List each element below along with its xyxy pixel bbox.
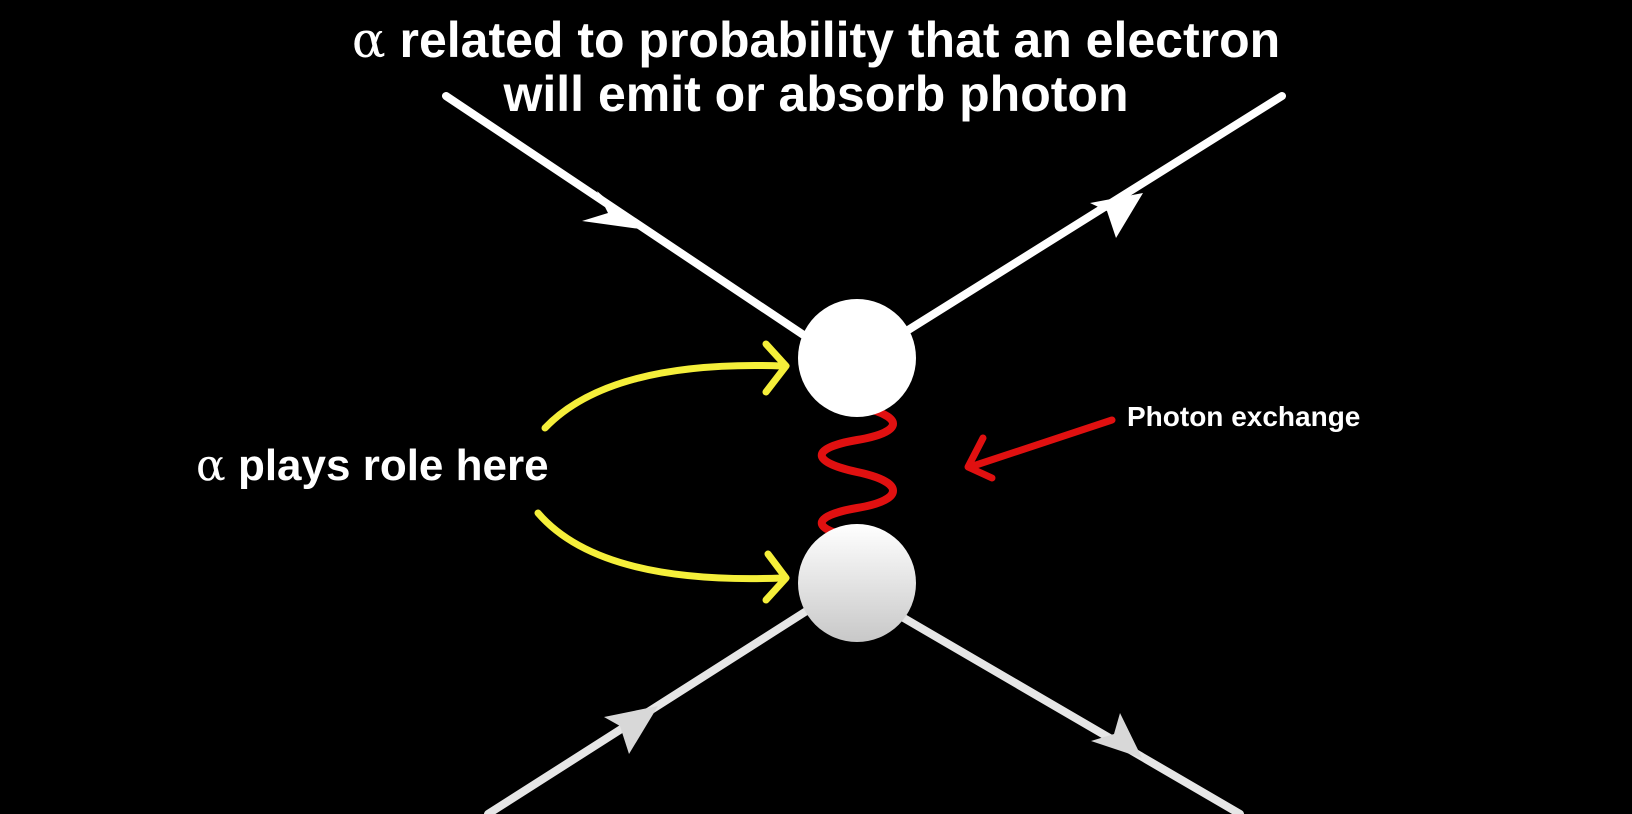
alpha-symbol-vertex: α <box>196 440 226 491</box>
title-text-line-2: will emit or absorb photon <box>503 66 1129 122</box>
outgoing-electron-line-lower <box>862 592 1244 814</box>
incoming-electron-line-lower <box>484 592 834 814</box>
photon-exchange-label: Photon exchange <box>1127 401 1361 432</box>
upper-vertex-icon <box>798 299 916 417</box>
red-arrow-shaft <box>972 416 1116 469</box>
photon-wavy-line <box>818 402 897 542</box>
title-text-line-1: related to probability that an electron <box>399 12 1281 68</box>
yellow-arrow-lower <box>534 509 786 583</box>
arrowhead-lower-left-icon <box>604 706 658 754</box>
lower-vertex-icon <box>798 524 916 642</box>
outgoing-electron-line-upper <box>853 92 1286 366</box>
vertex-annotation-label: α plays role here <box>196 436 549 496</box>
title-line-2: will emit or absorb photon <box>0 66 1632 122</box>
feynman-diagram-slide: α related to probability that an electro… <box>0 0 1632 814</box>
feynman-diagram <box>442 92 1286 814</box>
title-line-1: α related to probability that an electro… <box>0 12 1632 68</box>
alpha-symbol-title: α <box>351 11 386 69</box>
vertex-annotation-text: plays role here <box>237 441 549 490</box>
incoming-electron-line-upper <box>442 92 824 350</box>
yellow-arrow-upper <box>541 362 786 432</box>
